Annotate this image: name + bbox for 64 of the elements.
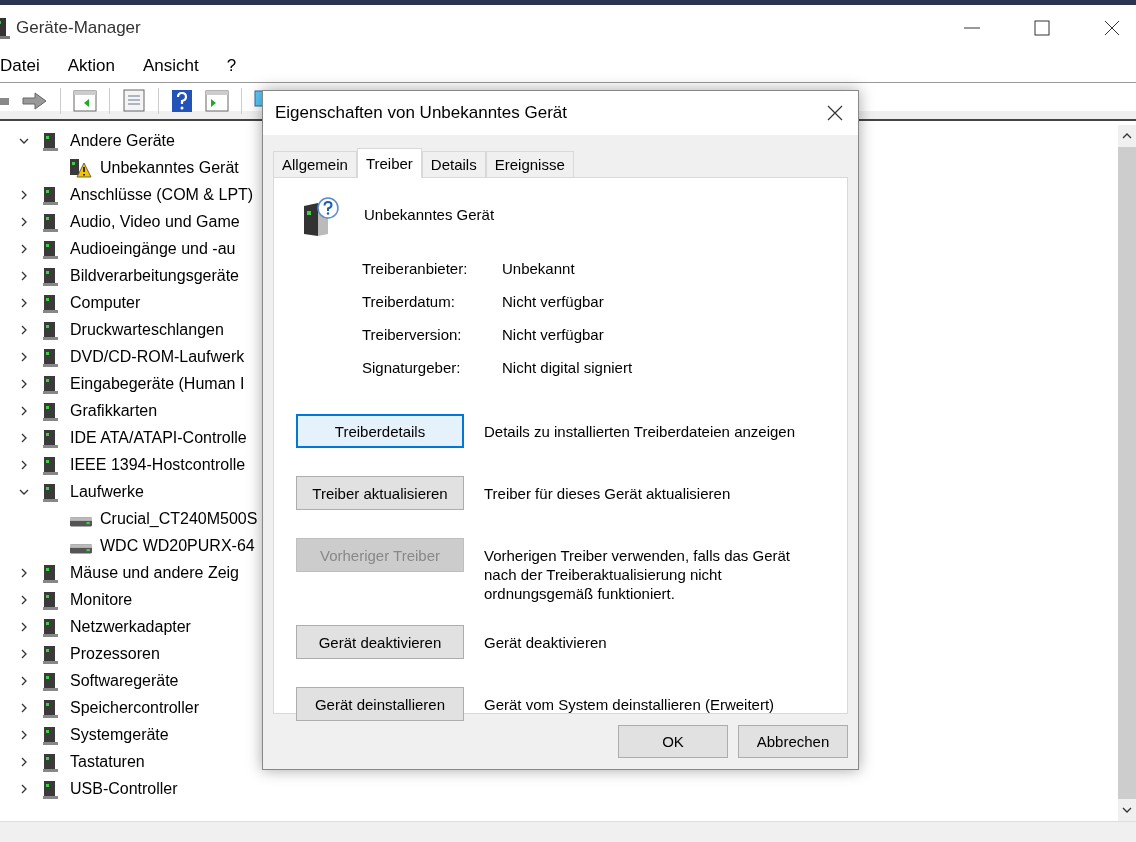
- maximize-icon[interactable]: [1032, 17, 1052, 38]
- tab[interactable]: Treiber: [356, 148, 422, 178]
- action-description: Vorherigen Treiber verwenden, falls das Gerät nach der Treiberaktualisierung nicht ordnungsgemäß funktioniert.: [484, 546, 791, 603]
- tab[interactable]: Details: [421, 151, 486, 177]
- tree-item[interactable]: Audioeingänge und -au: [70, 239, 236, 258]
- info-value: Unbekannt: [502, 260, 576, 277]
- info-label: Treiberversion:: [362, 326, 463, 343]
- tree-item[interactable]: IEEE 1394-Hostcontrolle: [70, 455, 246, 474]
- computer-tower-icon: [0, 15, 10, 40]
- info-value: Nicht verfügbar: [502, 293, 605, 310]
- action-description: Treiber für dieses Gerät aktualisieren: [484, 484, 732, 503]
- tree-item[interactable]: Andere Geräte: [70, 131, 175, 150]
- window-title: Geräte-Manager: [16, 17, 141, 38]
- device-name: Unbekanntes Gerät: [364, 205, 495, 223]
- tab[interactable]: Ereignisse: [485, 151, 574, 177]
- tree-item[interactable]: Tastaturen: [70, 752, 145, 771]
- tree-item[interactable]: Unbekanntes Gerät: [100, 158, 239, 177]
- tree-item[interactable]: DVD/CD-ROM-Laufwerk: [70, 347, 245, 366]
- forward-arrow-icon[interactable]: [22, 91, 48, 111]
- info-label: Signaturgeber:: [362, 359, 462, 376]
- tree-item[interactable]: Systemgeräte: [70, 725, 169, 744]
- info-label: Treiberdatum:: [362, 293, 456, 310]
- tree-item[interactable]: Softwaregeräte: [70, 671, 179, 690]
- tree-item[interactable]: Crucial_CT240M500S: [100, 509, 258, 528]
- tree-item[interactable]: Grafikkarten: [70, 401, 158, 420]
- tree-item[interactable]: Bildverarbeitungsgeräte: [70, 266, 239, 285]
- tree-item[interactable]: Eingabegeräte (Human I: [70, 374, 245, 393]
- info-value: Nicht verfügbar: [502, 326, 605, 343]
- tree-item[interactable]: IDE ATA/ATAPI-Controlle: [70, 428, 247, 447]
- tab[interactable]: Allgemein: [273, 151, 357, 177]
- panel-icon[interactable]: [205, 90, 229, 112]
- tree-item[interactable]: Speichercontroller: [70, 698, 199, 717]
- action-button[interactable]: Gerät deaktivieren: [296, 625, 464, 659]
- action-description: Gerät deaktivieren: [484, 633, 608, 652]
- menu-item[interactable]: Datei: [0, 56, 43, 76]
- tree-item[interactable]: Anschlüsse (COM & LPT): [70, 185, 254, 204]
- scroll-down-icon[interactable]: [1121, 805, 1133, 815]
- tree-item[interactable]: WDC WD20PURX-64: [100, 536, 255, 555]
- scroll-up-icon[interactable]: [1121, 131, 1133, 141]
- action-button[interactable]: Treiberdetails: [296, 414, 464, 448]
- tree-item[interactable]: Druckwarteschlangen: [70, 320, 224, 339]
- action-description: Gerät vom System deinstallieren (Erweitert): [484, 695, 776, 714]
- menu-item[interactable]: Ansicht: [139, 56, 202, 76]
- tree-item[interactable]: Audio, Video und Game: [70, 212, 240, 231]
- help-icon[interactable]: [171, 89, 193, 113]
- action-button[interactable]: Treiber aktualisieren: [296, 476, 464, 510]
- tree-item[interactable]: Monitore: [70, 590, 133, 609]
- tree-item[interactable]: Laufwerke: [70, 482, 144, 501]
- tree-item[interactable]: Computer: [70, 293, 141, 312]
- info-label: Treiberanbieter:: [362, 260, 469, 277]
- dialog-button[interactable]: Abbrechen: [738, 725, 848, 758]
- menu-item[interactable]: ?: [223, 56, 240, 76]
- info-value: Nicht digital signiert: [502, 359, 634, 376]
- menu-item[interactable]: Aktion: [64, 56, 118, 76]
- tree-item[interactable]: Mäuse und andere Zeig: [70, 563, 239, 582]
- tree-item[interactable]: Netzwerkadapter: [70, 617, 191, 636]
- close-icon[interactable]: [826, 104, 844, 122]
- dialog-title: Eigenschaften von Unbekanntes Gerät: [275, 103, 568, 123]
- tree-item[interactable]: Prozessoren: [70, 644, 160, 663]
- action-description: Details zu installierten Treiberdateien anzeigen: [484, 422, 796, 441]
- tree-item[interactable]: USB-Controller: [70, 779, 178, 798]
- dialog-button[interactable]: OK: [618, 725, 728, 758]
- action-button[interactable]: Gerät deinstallieren: [296, 687, 464, 721]
- panel-icon[interactable]: [73, 90, 97, 112]
